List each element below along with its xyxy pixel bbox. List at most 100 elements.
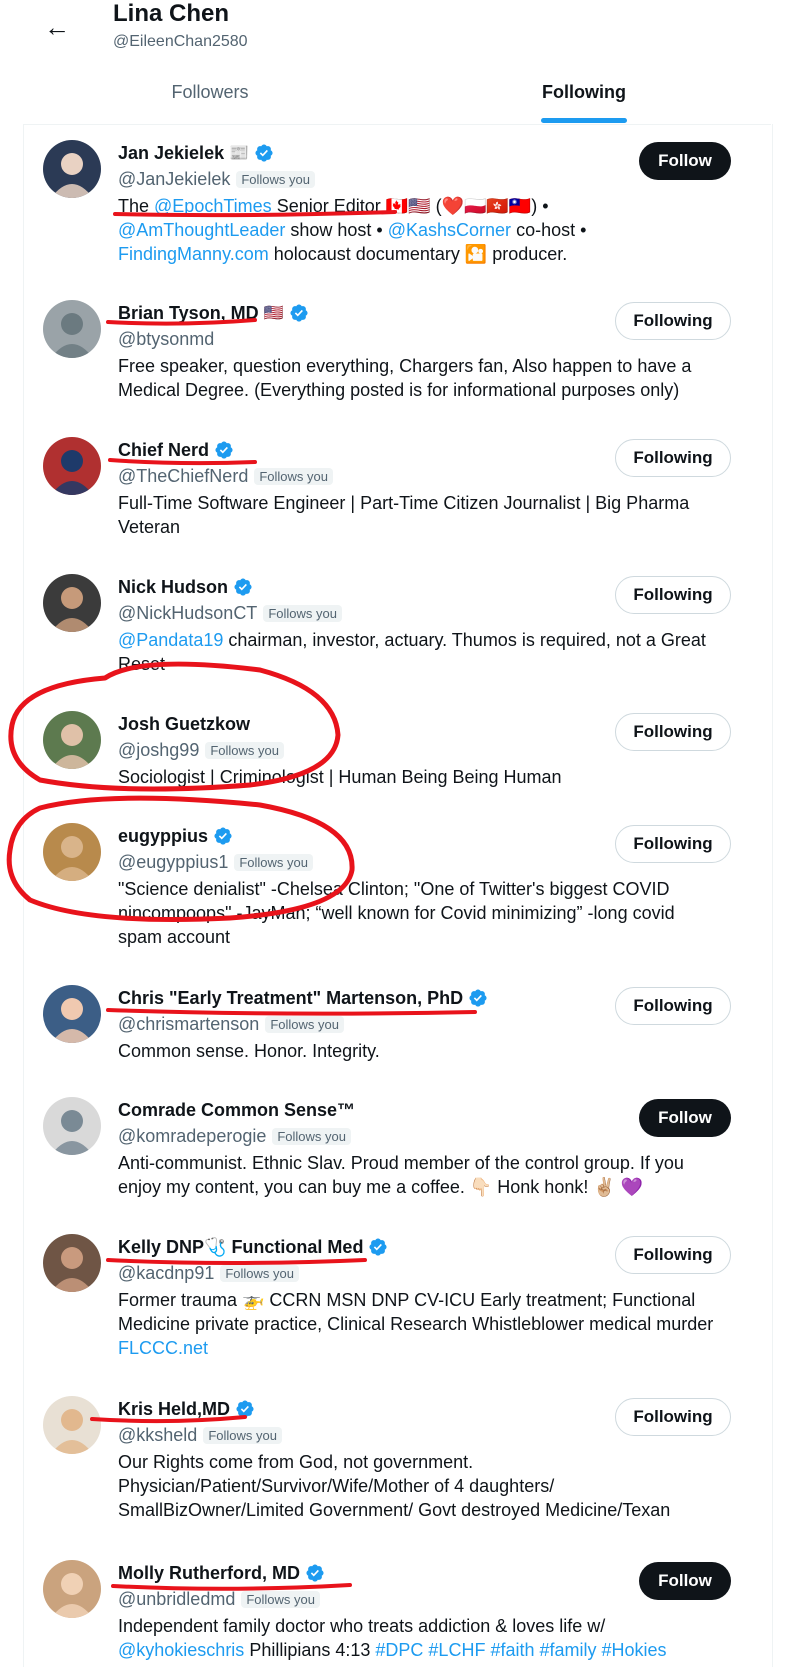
user-handle[interactable]: @btysonmd: [118, 329, 214, 350]
bio-text: Free speaker, question everything, Charg…: [118, 356, 692, 400]
avatar[interactable]: [43, 823, 101, 881]
following-button[interactable]: Following: [615, 576, 731, 614]
user-bio: Sociologist | Criminologist | Human Bein…: [118, 765, 718, 789]
name-row: Nick Hudson: [118, 574, 253, 600]
avatar[interactable]: [43, 574, 101, 632]
user-handle[interactable]: @joshg99: [118, 740, 199, 761]
following-button[interactable]: Following: [615, 1236, 731, 1274]
follow-button[interactable]: Follow: [639, 1099, 731, 1137]
following-button[interactable]: Following: [615, 987, 731, 1025]
bio-text: Independent family doctor who treats add…: [118, 1616, 606, 1636]
user-name[interactable]: Kris Held,MD: [118, 1399, 230, 1420]
bio-text: Full-Time Software Engineer | Part-Time …: [118, 493, 690, 537]
following-button[interactable]: Following: [615, 1398, 731, 1436]
bio-text: co-host •: [511, 220, 587, 240]
profile-handle: @EileenChan2580: [113, 33, 248, 50]
name-row: Jan Jekielek 📰: [118, 140, 274, 166]
verified-badge-icon: [468, 988, 488, 1008]
user-bio: Anti-communist. Ethnic Slav. Proud membe…: [118, 1151, 718, 1199]
tab-followers[interactable]: Followers: [23, 70, 397, 124]
user-name[interactable]: eugyppius: [118, 826, 208, 847]
handle-row: @unbridledmd Follows you: [118, 1587, 320, 1611]
user-handle[interactable]: @NickHudsonCT: [118, 603, 257, 624]
bio-link[interactable]: @AmThoughtLeader: [118, 220, 285, 240]
bio-text: Phillipians 4:13: [244, 1640, 376, 1660]
user-bio: @Pandata19 chairman, investor, actuary. …: [118, 628, 718, 676]
bio-text: Common sense. Honor. Integrity.: [118, 1041, 380, 1061]
user-bio: Independent family doctor who treats add…: [118, 1614, 718, 1662]
bio-link[interactable]: FindingManny.com: [118, 244, 269, 264]
handle-row: @eugyppius1 Follows you: [118, 850, 313, 874]
user-name[interactable]: Molly Rutherford, MD: [118, 1563, 300, 1584]
user-bio: Full-Time Software Engineer | Part-Time …: [118, 491, 718, 539]
user-name[interactable]: Chief Nerd: [118, 440, 209, 461]
tab-following[interactable]: Following: [397, 70, 771, 124]
avatar[interactable]: [43, 1097, 101, 1155]
bio-text: holocaust documentary 🎦 producer.: [268, 244, 568, 264]
verified-badge-icon: [214, 440, 234, 460]
follow-button[interactable]: Follow: [639, 1562, 731, 1600]
follows-you-badge: Follows you: [205, 741, 284, 759]
following-button[interactable]: Following: [615, 713, 731, 751]
user-handle[interactable]: @kksheld: [118, 1425, 197, 1446]
user-bio: Free speaker, question everything, Charg…: [118, 354, 718, 402]
bio-link[interactable]: FLCCC.net: [118, 1338, 208, 1358]
bio-link[interactable]: @EpochTimes: [154, 196, 272, 216]
avatar[interactable]: [43, 1396, 101, 1454]
bio-link[interactable]: @kyhokieschris: [118, 1640, 244, 1660]
following-button[interactable]: Following: [615, 825, 731, 863]
user-name[interactable]: Kelly DNP🩺 Functional Med: [118, 1237, 363, 1258]
bio-link[interactable]: @Pandata19: [118, 630, 223, 650]
user-bio: Common sense. Honor. Integrity.: [118, 1039, 718, 1063]
user-handle[interactable]: @komradeperogie: [118, 1126, 266, 1147]
user-bio: The @EpochTimes Senior Editor 🇨🇦🇺🇸 (❤️🇵🇱…: [118, 194, 718, 266]
bio-text: The: [118, 196, 155, 216]
active-tab-indicator: [541, 118, 627, 123]
verified-badge-icon: [233, 577, 253, 597]
bio-link[interactable]: #DPC #LCHF #faith #family #Hokies: [375, 1640, 666, 1660]
follows-you-badge: Follows you: [234, 853, 313, 871]
avatar[interactable]: [43, 1234, 101, 1292]
user-handle[interactable]: @eugyppius1: [118, 852, 228, 873]
follows-you-badge: Follows you: [254, 467, 333, 485]
user-handle[interactable]: @unbridledmd: [118, 1589, 235, 1610]
avatar[interactable]: [43, 300, 101, 358]
verified-badge-icon: [254, 143, 274, 163]
avatar[interactable]: [43, 140, 101, 198]
user-name[interactable]: Josh Guetzkow: [118, 714, 250, 735]
verified-badge-icon: [213, 826, 233, 846]
handle-row: @chrismartenson Follows you: [118, 1012, 344, 1036]
user-handle[interactable]: @JanJekielek: [118, 169, 230, 190]
name-emoji: 🇺🇸: [263, 305, 284, 322]
bio-text: show host •: [285, 220, 388, 240]
user-handle[interactable]: @kacdnp91: [118, 1263, 214, 1284]
following-button[interactable]: Following: [615, 302, 731, 340]
avatar[interactable]: [43, 711, 101, 769]
handle-row: @joshg99 Follows you: [118, 738, 284, 762]
follow-button[interactable]: Follow: [639, 142, 731, 180]
user-name[interactable]: Jan Jekielek: [118, 143, 224, 164]
tab-bar: Followers Following: [23, 70, 771, 125]
avatar[interactable]: [43, 1560, 101, 1618]
follows-you-badge: Follows you: [272, 1127, 351, 1145]
user-name[interactable]: Nick Hudson: [118, 577, 228, 598]
handle-row: @NickHudsonCT Follows you: [118, 601, 342, 625]
follows-you-badge: Follows you: [263, 604, 342, 622]
name-row: Kelly DNP🩺 Functional Med: [118, 1234, 388, 1260]
bio-text: Anti-communist. Ethnic Slav. Proud membe…: [118, 1153, 684, 1197]
user-handle[interactable]: @chrismartenson: [118, 1014, 259, 1035]
name-row: Molly Rutherford, MD: [118, 1560, 325, 1586]
user-name[interactable]: Comrade Common Sense™: [118, 1100, 355, 1121]
follows-you-badge: Follows you: [265, 1015, 344, 1033]
bio-link[interactable]: @KashsCorner: [388, 220, 511, 240]
user-name[interactable]: Brian Tyson, MD: [118, 303, 259, 324]
arrow-left-icon[interactable]: ←: [40, 10, 74, 44]
user-handle[interactable]: @TheChiefNerd: [118, 466, 248, 487]
avatar[interactable]: [43, 985, 101, 1043]
verified-badge-icon: [289, 303, 309, 323]
user-name[interactable]: Chris "Early Treatment" Martenson, PhD: [118, 988, 463, 1009]
avatar[interactable]: [43, 437, 101, 495]
following-button[interactable]: Following: [615, 439, 731, 477]
name-row: Chief Nerd: [118, 437, 234, 463]
handle-row: @TheChiefNerd Follows you: [118, 464, 333, 488]
